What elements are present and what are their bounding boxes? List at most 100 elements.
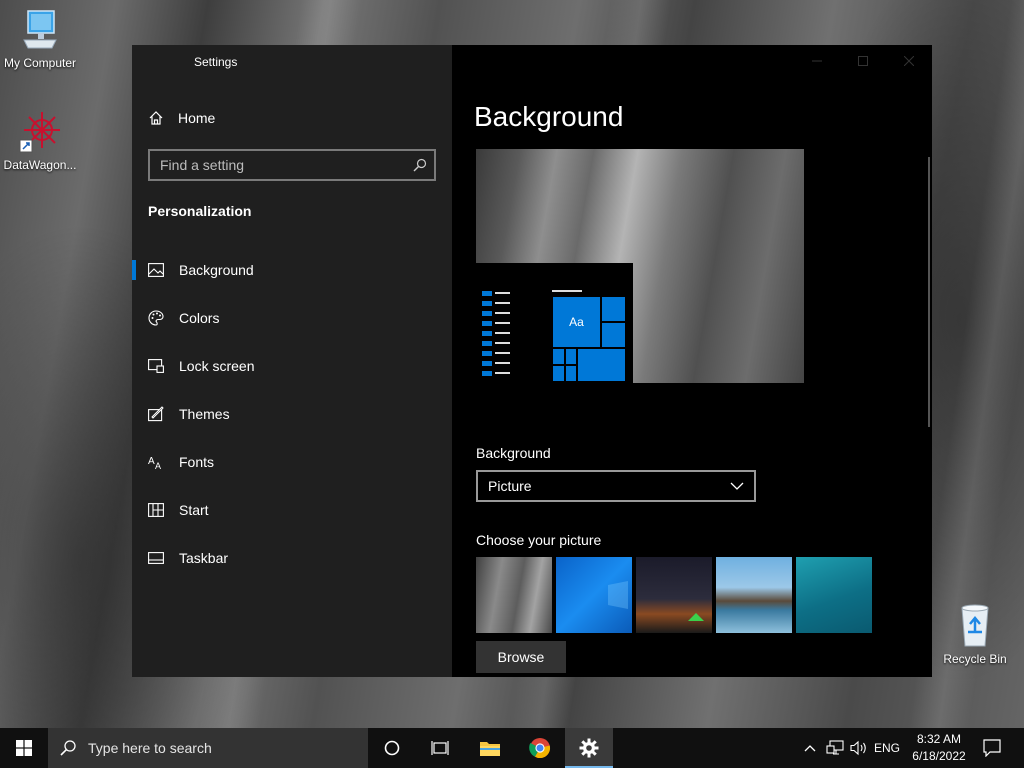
sidebar-item-label: Colors <box>179 310 220 326</box>
search-icon[interactable] <box>406 158 434 172</box>
desktop-icon-my-computer[interactable]: My Computer <box>0 8 80 70</box>
themes-icon <box>148 406 164 422</box>
background-type-label: Background <box>476 445 551 461</box>
settings-sidebar: Settings Home Personalization Background <box>132 45 452 677</box>
choose-picture-label: Choose your picture <box>476 532 602 548</box>
settings-taskbar-button[interactable] <box>565 728 613 768</box>
find-setting-input[interactable] <box>150 157 406 173</box>
picture-thumbnail-rock-cliff[interactable] <box>476 557 552 633</box>
task-view-icon <box>431 741 449 755</box>
start-icon <box>148 502 164 518</box>
desktop-icon-recycle-bin[interactable]: Recycle Bin <box>935 602 1015 666</box>
start-menu-list-preview <box>482 291 512 381</box>
palette-icon <box>148 310 164 326</box>
sidebar-item-label: Start <box>179 502 209 518</box>
chevron-up-icon <box>804 745 816 752</box>
windows-logo-icon <box>16 740 32 756</box>
maximize-icon <box>858 56 868 66</box>
windows-logo-icon <box>608 581 628 609</box>
lock-screen-icon <box>148 358 164 374</box>
language-label: ENG <box>873 741 900 755</box>
picture-thumbnails <box>476 557 872 633</box>
task-view-button[interactable] <box>416 728 464 768</box>
taskbar-icon <box>148 550 164 566</box>
picture-thumbnail-underwater[interactable] <box>796 557 872 633</box>
sidebar-item-start[interactable]: Start <box>132 486 452 534</box>
cortana-icon <box>384 740 400 756</box>
input-language-indicator[interactable]: ENG <box>872 728 902 768</box>
window-controls <box>794 45 932 77</box>
sidebar-item-background[interactable]: Background <box>132 246 452 294</box>
chevron-down-icon <box>730 482 744 490</box>
minimize-icon <box>812 60 822 62</box>
chrome-icon <box>529 738 551 759</box>
background-type-select[interactable]: Picture <box>476 470 756 502</box>
network-button[interactable] <box>824 728 846 768</box>
settings-content: Background Aa Background Picture Choose … <box>452 45 932 677</box>
minimize-button[interactable] <box>794 45 840 77</box>
speaker-icon <box>850 740 866 756</box>
cortana-button[interactable] <box>368 728 416 768</box>
volume-button[interactable] <box>848 728 870 768</box>
taskbar-search-box[interactable]: Type here to search <box>48 728 368 768</box>
sidebar-item-label: Lock screen <box>179 358 255 374</box>
desktop-icon-label: DataWagon... <box>3 158 77 172</box>
sidebar-item-label: Themes <box>179 406 230 422</box>
clock-date: 6/18/2022 <box>912 749 966 763</box>
network-icon <box>826 740 844 755</box>
show-hidden-icons-button[interactable] <box>800 728 820 768</box>
folder-icon <box>480 742 500 756</box>
close-icon <box>904 56 914 66</box>
sidebar-item-label: Background <box>179 262 254 278</box>
start-tiles-preview: Aa <box>552 296 626 382</box>
monitor-icon <box>23 10 57 49</box>
file-explorer-button[interactable] <box>466 728 514 768</box>
datawagon-logo-icon <box>19 112 60 153</box>
browse-button[interactable]: Browse <box>476 641 566 673</box>
home-icon <box>149 111 163 125</box>
taskbar-search-placeholder: Type here to search <box>88 740 212 756</box>
personalization-nav: Background Colors Lock screen Themes A A… <box>132 246 452 582</box>
start-button[interactable] <box>0 728 48 768</box>
section-title-personalization: Personalization <box>148 203 252 219</box>
taskbar-clock[interactable]: 8:32 AM 6/18/2022 <box>904 731 974 765</box>
desktop-preview: Aa <box>476 149 804 383</box>
sidebar-item-home[interactable]: Home <box>148 107 215 129</box>
picture-thumbnail-beach-rocks[interactable] <box>716 557 792 633</box>
page-title: Background <box>474 101 624 132</box>
tent-icon <box>688 613 704 621</box>
svg-text:A: A <box>155 461 161 470</box>
sidebar-item-lock-screen[interactable]: Lock screen <box>132 342 452 390</box>
sidebar-item-colors[interactable]: Colors <box>132 294 452 342</box>
preview-tile-aa: Aa <box>552 296 601 348</box>
clock-time: 8:32 AM <box>916 732 962 746</box>
desktop-icon-label: Recycle Bin <box>943 652 1007 666</box>
taskbar: Type here to search ENG 8:32 AM 6/18/202… <box>0 728 1024 768</box>
chrome-button[interactable] <box>516 728 564 768</box>
gear-icon <box>579 738 599 758</box>
sidebar-item-label: Fonts <box>179 454 215 470</box>
desktop-icon-label: My Computer <box>3 56 77 70</box>
sidebar-item-fonts[interactable]: AA Fonts <box>132 438 452 486</box>
background-type-value: Picture <box>488 478 532 494</box>
settings-window: Settings Home Personalization Background <box>132 45 932 677</box>
sidebar-item-taskbar[interactable]: Taskbar <box>132 534 452 582</box>
desktop-icon-datawagon[interactable]: DataWagon... <box>0 108 80 172</box>
picture-thumbnail-windows-blue[interactable] <box>556 557 632 633</box>
search-icon <box>60 740 76 756</box>
picture-thumbnail-night-sky[interactable] <box>636 557 712 633</box>
action-center-button[interactable] <box>976 728 1008 768</box>
sidebar-item-label: Taskbar <box>179 550 229 566</box>
start-menu-preview: Aa <box>476 263 633 383</box>
recycle-bin-icon <box>961 604 989 647</box>
fonts-icon: AA <box>148 454 164 470</box>
maximize-button[interactable] <box>840 45 886 77</box>
home-label: Home <box>178 110 216 126</box>
picture-icon <box>148 262 164 278</box>
sidebar-item-themes[interactable]: Themes <box>132 390 452 438</box>
window-title: Settings <box>194 55 238 69</box>
close-button[interactable] <box>886 45 932 77</box>
find-setting-search[interactable] <box>148 149 436 181</box>
scrollbar[interactable] <box>928 157 930 427</box>
notification-icon <box>983 739 1001 757</box>
